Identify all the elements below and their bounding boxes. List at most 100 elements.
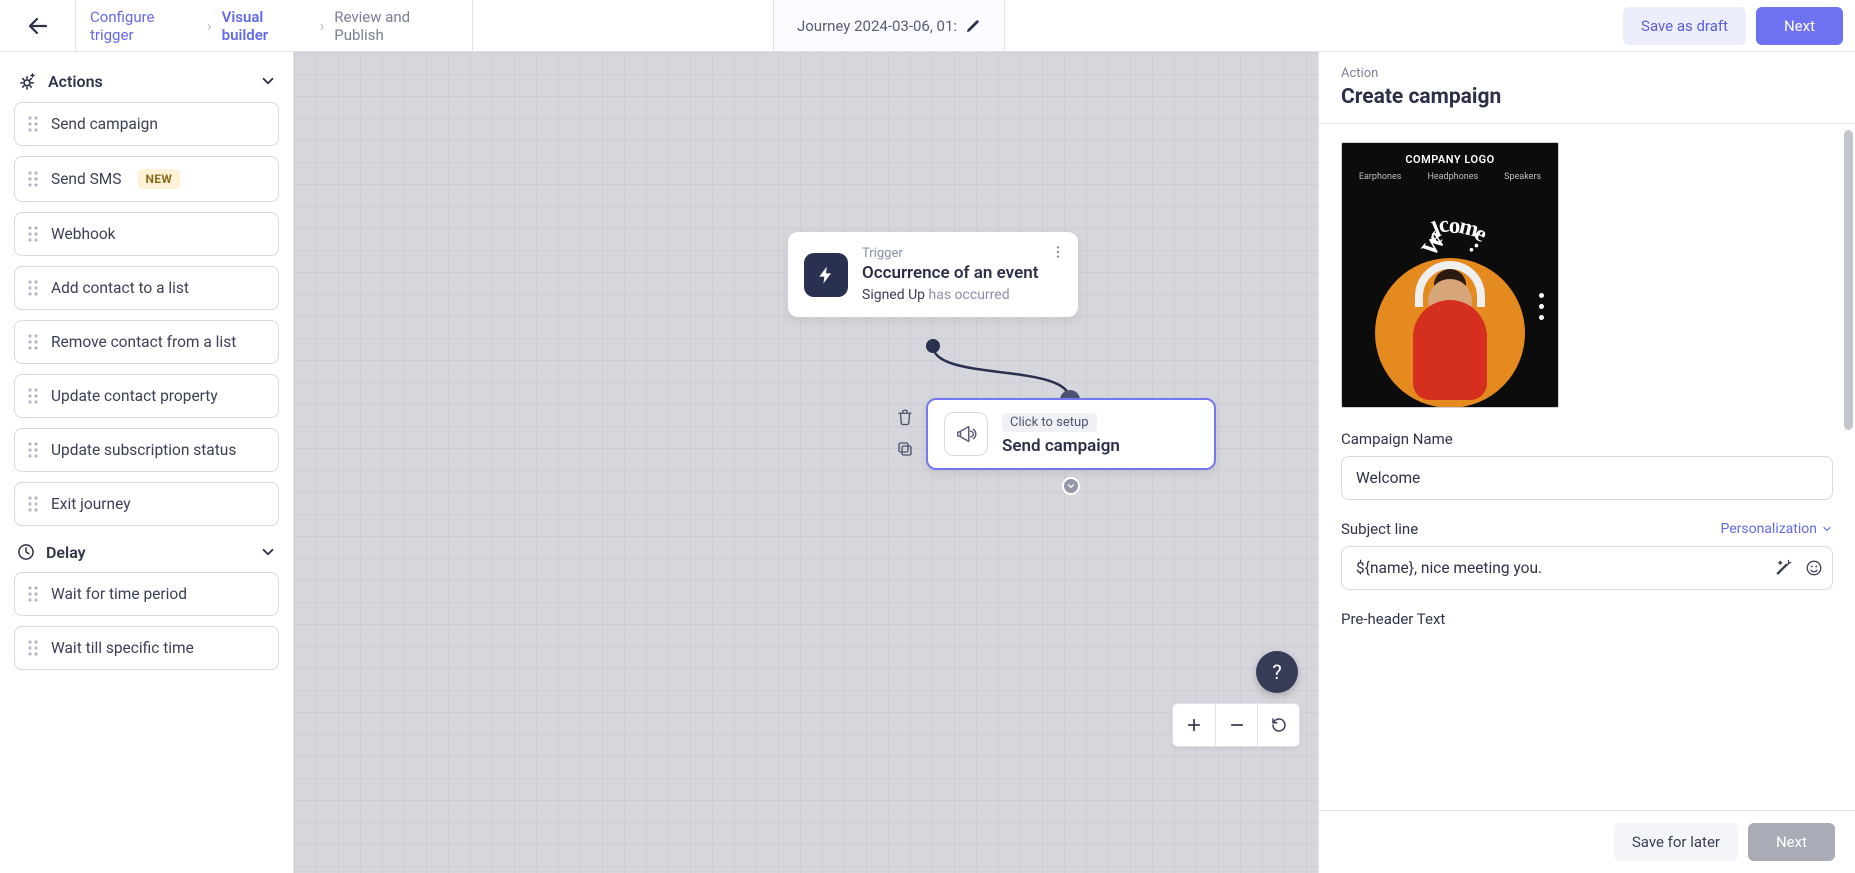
delay-label: Wait for time period bbox=[51, 585, 187, 603]
arrow-left-icon bbox=[26, 14, 50, 38]
new-badge: NEW bbox=[138, 169, 181, 189]
thumb-nav: Earphones Headphones Speakers bbox=[1342, 172, 1558, 182]
panel-footer: Save for later Next bbox=[1319, 810, 1855, 873]
drag-handle-icon bbox=[27, 585, 39, 603]
canvas[interactable]: Trigger Occurrence of an event Signed Up… bbox=[294, 52, 1318, 873]
delay-wait-period[interactable]: Wait for time period bbox=[14, 572, 279, 616]
panel-header: Action Create campaign bbox=[1319, 52, 1855, 124]
zoom-in-button[interactable] bbox=[1173, 704, 1215, 746]
top-buttons: Save as draft Next bbox=[1623, 0, 1855, 51]
action-send-campaign[interactable]: Send campaign bbox=[14, 102, 279, 146]
drag-handle-icon bbox=[27, 333, 39, 351]
settings-panel: Action Create campaign COMPANY LOGO Earp… bbox=[1318, 52, 1855, 873]
help-button[interactable]: ? bbox=[1256, 651, 1298, 693]
top-bar: Configure trigger › Visual builder › Rev… bbox=[0, 0, 1855, 52]
journey-name-edit[interactable]: Journey 2024-03-06, 01: bbox=[773, 0, 1005, 51]
node-menu-button[interactable] bbox=[1046, 240, 1070, 268]
node-title: Occurrence of an event bbox=[862, 263, 1038, 283]
action-remove-from-list[interactable]: Remove contact from a list bbox=[14, 320, 279, 364]
drag-handle-icon bbox=[27, 225, 39, 243]
action-label: Send campaign bbox=[51, 115, 158, 133]
action-label: Exit journey bbox=[51, 495, 131, 513]
drag-handle-icon bbox=[27, 115, 39, 133]
next-button[interactable]: Next bbox=[1756, 7, 1843, 45]
chevron-down-icon bbox=[259, 72, 277, 90]
duplicate-node-button[interactable] bbox=[894, 438, 916, 460]
action-update-property[interactable]: Update contact property bbox=[14, 374, 279, 418]
action-add-to-list[interactable]: Add contact to a list bbox=[14, 266, 279, 310]
action-update-subscription[interactable]: Update subscription status bbox=[14, 428, 279, 472]
action-label: Send SMS bbox=[51, 170, 122, 188]
node-trigger[interactable]: Trigger Occurrence of an event Signed Up… bbox=[788, 232, 1078, 317]
drag-handle-icon bbox=[27, 441, 39, 459]
emoji-button[interactable] bbox=[1805, 559, 1823, 577]
node-tools bbox=[894, 406, 916, 460]
back-button[interactable] bbox=[0, 0, 76, 51]
megaphone-icon bbox=[944, 412, 988, 456]
zoom-reset-button[interactable] bbox=[1257, 704, 1299, 746]
field-campaign-name: Campaign Name bbox=[1341, 430, 1833, 500]
node-add-below-button[interactable] bbox=[1062, 477, 1080, 495]
group-actions-label: Actions bbox=[48, 72, 103, 91]
chevron-right-icon: › bbox=[320, 17, 325, 35]
action-label: Remove contact from a list bbox=[51, 333, 236, 351]
actions-sidebar: Actions Send campaign Send SMS NEW Webho… bbox=[0, 52, 294, 873]
field-subject: Subject line Personalization bbox=[1341, 520, 1833, 590]
chevron-right-icon: › bbox=[207, 17, 212, 35]
subject-label: Subject line bbox=[1341, 520, 1418, 538]
action-webhook[interactable]: Webhook bbox=[14, 212, 279, 256]
crumb-review-publish: Review and Publish bbox=[334, 8, 458, 44]
delay-label: Wait till specific time bbox=[51, 639, 194, 657]
campaign-name-input[interactable] bbox=[1341, 456, 1833, 500]
node-send-campaign[interactable]: Click to setup Send campaign bbox=[926, 398, 1216, 470]
panel-subtitle: Action bbox=[1341, 66, 1833, 81]
drag-handle-icon bbox=[27, 279, 39, 297]
action-label: Update contact property bbox=[51, 387, 218, 405]
chevron-down-icon bbox=[259, 543, 277, 561]
subject-input[interactable] bbox=[1341, 546, 1833, 590]
action-label: Webhook bbox=[51, 225, 116, 243]
campaign-name-label: Campaign Name bbox=[1341, 430, 1833, 448]
group-actions-header[interactable]: Actions bbox=[16, 70, 277, 92]
gear-sparkle-icon bbox=[16, 70, 38, 92]
thumb-dots bbox=[1539, 293, 1544, 320]
zoom-controls bbox=[1172, 703, 1300, 747]
panel-body[interactable]: COMPANY LOGO Earphones Headphones Speake… bbox=[1319, 124, 1855, 810]
drag-handle-icon bbox=[27, 170, 39, 188]
delete-node-button[interactable] bbox=[894, 406, 916, 428]
save-for-later-button[interactable]: Save for later bbox=[1614, 823, 1738, 861]
zoom-out-button[interactable] bbox=[1215, 704, 1257, 746]
action-send-sms[interactable]: Send SMS NEW bbox=[14, 156, 279, 202]
node-caption: Trigger bbox=[862, 246, 1038, 261]
drag-handle-icon bbox=[27, 387, 39, 405]
node-detail: Signed Up has occurred bbox=[862, 287, 1038, 303]
save-draft-button[interactable]: Save as draft bbox=[1623, 7, 1746, 45]
setup-hint: Click to setup bbox=[1002, 413, 1097, 432]
node-title: Send campaign bbox=[1002, 436, 1120, 456]
personalization-link[interactable]: Personalization bbox=[1720, 521, 1833, 537]
action-label: Update subscription status bbox=[51, 441, 236, 459]
drag-handle-icon bbox=[27, 639, 39, 657]
delay-wait-specific[interactable]: Wait till specific time bbox=[14, 626, 279, 670]
group-delay-header[interactable]: Delay bbox=[16, 542, 277, 562]
action-exit-journey[interactable]: Exit journey bbox=[14, 482, 279, 526]
breadcrumb: Configure trigger › Visual builder › Rev… bbox=[76, 0, 473, 51]
drag-handle-icon bbox=[27, 495, 39, 513]
chevron-down-icon bbox=[1821, 523, 1833, 535]
lightning-icon bbox=[804, 253, 848, 297]
magic-wand-button[interactable] bbox=[1775, 559, 1793, 577]
thumb-logo: COMPANY LOGO bbox=[1342, 143, 1558, 166]
action-label: Add contact to a list bbox=[51, 279, 189, 297]
crumb-configure-trigger[interactable]: Configure trigger bbox=[90, 8, 197, 44]
question-icon: ? bbox=[1272, 660, 1281, 684]
preheader-label: Pre-header Text bbox=[1341, 610, 1833, 628]
connector-out-dot[interactable] bbox=[926, 339, 940, 353]
field-preheader: Pre-header Text bbox=[1341, 610, 1833, 628]
clock-icon bbox=[16, 542, 36, 562]
group-delay-label: Delay bbox=[46, 543, 86, 562]
panel-next-button[interactable]: Next bbox=[1748, 823, 1835, 861]
template-thumbnail[interactable]: COMPANY LOGO Earphones Headphones Speake… bbox=[1341, 142, 1559, 408]
panel-title: Create campaign bbox=[1341, 85, 1833, 109]
crumb-visual-builder[interactable]: Visual builder bbox=[222, 8, 310, 44]
scrollbar-thumb[interactable] bbox=[1844, 130, 1853, 430]
